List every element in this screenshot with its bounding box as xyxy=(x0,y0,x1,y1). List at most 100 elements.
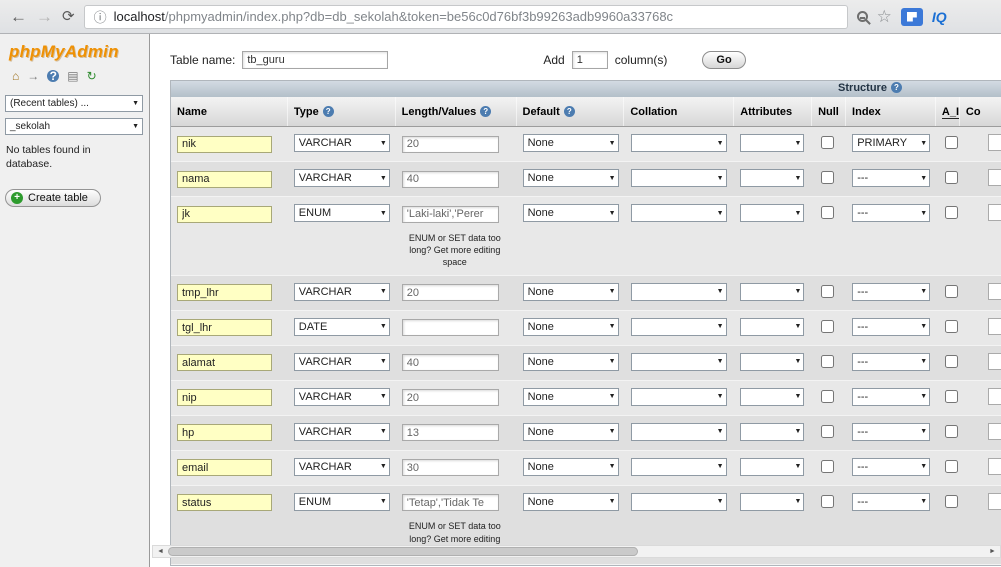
collation-select[interactable]: ▼ xyxy=(630,169,727,187)
forward-icon[interactable]: → xyxy=(36,8,53,25)
column-name-input[interactable] xyxy=(177,354,272,372)
auto-increment-checkbox[interactable] xyxy=(945,284,959,298)
null-checkbox[interactable] xyxy=(821,319,835,333)
default-select[interactable]: None ▼ xyxy=(522,282,619,301)
index-select[interactable]: --- ▼ xyxy=(852,169,931,187)
column-name-input[interactable] xyxy=(177,205,272,223)
home-icon[interactable]: ⌂ xyxy=(12,70,19,82)
default-select[interactable]: None ▼ xyxy=(522,422,619,441)
length-values-input[interactable] xyxy=(401,319,499,337)
index-select[interactable]: --- ▼ xyxy=(852,352,931,371)
column-name-input[interactable] xyxy=(177,459,272,477)
auto-increment-checkbox[interactable] xyxy=(945,319,959,333)
help-icon[interactable]: ? xyxy=(322,106,334,117)
logout-icon[interactable]: → xyxy=(27,70,39,82)
null-checkbox[interactable] xyxy=(821,459,835,473)
type-select[interactable]: VARCHAR ▼ xyxy=(293,422,390,441)
column-name-input[interactable] xyxy=(177,319,272,337)
auto-increment-checkbox[interactable] xyxy=(945,459,959,473)
database-select[interactable]: _sekolah ▼ xyxy=(5,118,143,135)
help-icon[interactable]: ? xyxy=(480,106,492,117)
collation-select[interactable]: ▼ xyxy=(630,492,727,511)
attributes-select[interactable]: ▼ xyxy=(740,457,805,476)
null-checkbox[interactable] xyxy=(821,171,835,184)
auto-increment-checkbox[interactable] xyxy=(945,206,959,219)
type-select[interactable]: ENUM ▼ xyxy=(293,204,390,222)
address-bar[interactable]: ⓘ localhost/phpmyadmin/index.php?db=db_s… xyxy=(83,4,848,29)
create-table-button[interactable]: + Create table xyxy=(5,189,101,208)
type-select[interactable]: DATE ▼ xyxy=(293,317,390,336)
attributes-select[interactable]: ▼ xyxy=(740,134,805,152)
length-values-input[interactable] xyxy=(401,389,499,407)
length-values-input[interactable] xyxy=(401,205,499,223)
collation-select[interactable]: ▼ xyxy=(630,352,727,371)
scroll-left-icon[interactable]: ◄ xyxy=(153,548,168,555)
collation-select[interactable]: ▼ xyxy=(630,457,727,476)
back-icon[interactable]: ← xyxy=(10,8,27,25)
length-values-input[interactable] xyxy=(401,354,499,372)
type-select[interactable]: VARCHAR ▼ xyxy=(293,134,390,152)
index-select[interactable]: --- ▼ xyxy=(852,317,931,336)
null-checkbox[interactable] xyxy=(821,206,835,219)
attributes-select[interactable]: ▼ xyxy=(740,422,805,441)
default-select[interactable]: None ▼ xyxy=(522,352,619,371)
type-select[interactable]: VARCHAR ▼ xyxy=(293,352,390,371)
default-select[interactable]: None ▼ xyxy=(522,387,619,406)
type-select[interactable]: VARCHAR ▼ xyxy=(293,169,390,187)
comments-input[interactable] xyxy=(988,492,1001,510)
column-name-input[interactable] xyxy=(177,170,272,188)
length-values-input[interactable] xyxy=(401,459,499,477)
column-name-input[interactable] xyxy=(177,284,272,302)
index-select[interactable]: PRIMARY ▼ xyxy=(852,134,931,152)
table-name-input[interactable] xyxy=(242,51,389,69)
default-select[interactable]: None ▼ xyxy=(522,204,619,222)
refresh-navigation-icon[interactable]: ↻ xyxy=(87,70,97,82)
scroll-right-icon[interactable]: ► xyxy=(985,548,1000,555)
index-select[interactable]: --- ▼ xyxy=(852,387,931,406)
page-info-icon[interactable]: ⓘ xyxy=(94,7,107,26)
comments-input[interactable] xyxy=(988,352,1001,370)
null-checkbox[interactable] xyxy=(821,389,835,403)
index-select[interactable]: --- ▼ xyxy=(852,204,931,222)
phpmyadmin-logo[interactable]: phpMyAdmin xyxy=(9,42,144,62)
length-values-input[interactable] xyxy=(401,170,499,188)
attributes-select[interactable]: ▼ xyxy=(740,352,805,371)
comments-input[interactable] xyxy=(988,282,1001,300)
column-name-input[interactable] xyxy=(177,424,272,442)
null-checkbox[interactable] xyxy=(821,424,835,438)
default-select[interactable]: None ▼ xyxy=(522,134,619,152)
auto-increment-checkbox[interactable] xyxy=(945,354,959,368)
auto-increment-checkbox[interactable] xyxy=(945,171,959,184)
null-checkbox[interactable] xyxy=(821,354,835,368)
collation-select[interactable]: ▼ xyxy=(630,317,727,336)
length-values-input[interactable] xyxy=(401,494,499,512)
null-checkbox[interactable] xyxy=(821,136,835,149)
auto-increment-checkbox[interactable] xyxy=(945,389,959,403)
comments-input[interactable] xyxy=(988,422,1001,440)
recent-tables-select[interactable]: (Recent tables) ... ▼ xyxy=(5,95,143,112)
default-select[interactable]: None ▼ xyxy=(522,169,619,187)
attributes-select[interactable]: ▼ xyxy=(740,282,805,301)
column-name-input[interactable] xyxy=(177,494,272,512)
help-icon[interactable]: ? xyxy=(563,106,575,117)
type-select[interactable]: VARCHAR ▼ xyxy=(293,387,390,406)
index-select[interactable]: --- ▼ xyxy=(852,457,931,476)
length-values-input[interactable] xyxy=(401,135,499,153)
help-icon[interactable]: ? xyxy=(47,70,60,82)
length-values-input[interactable] xyxy=(401,424,499,442)
length-values-input[interactable] xyxy=(401,284,499,302)
type-select[interactable]: ENUM ▼ xyxy=(293,492,390,511)
auto-increment-checkbox[interactable] xyxy=(945,136,959,149)
collation-select[interactable]: ▼ xyxy=(630,204,727,222)
scrollbar-thumb[interactable] xyxy=(168,547,638,556)
null-checkbox[interactable] xyxy=(821,494,835,508)
attributes-select[interactable]: ▼ xyxy=(740,317,805,336)
null-checkbox[interactable] xyxy=(821,284,835,298)
index-select[interactable]: --- ▼ xyxy=(852,422,931,441)
type-select[interactable]: VARCHAR ▼ xyxy=(293,457,390,476)
comments-input[interactable] xyxy=(988,204,1001,221)
comments-input[interactable] xyxy=(988,317,1001,335)
attributes-select[interactable]: ▼ xyxy=(740,204,805,222)
extension-iq-label[interactable]: IQ xyxy=(932,9,947,25)
bookmark-star-icon[interactable]: ☆ xyxy=(877,8,892,25)
